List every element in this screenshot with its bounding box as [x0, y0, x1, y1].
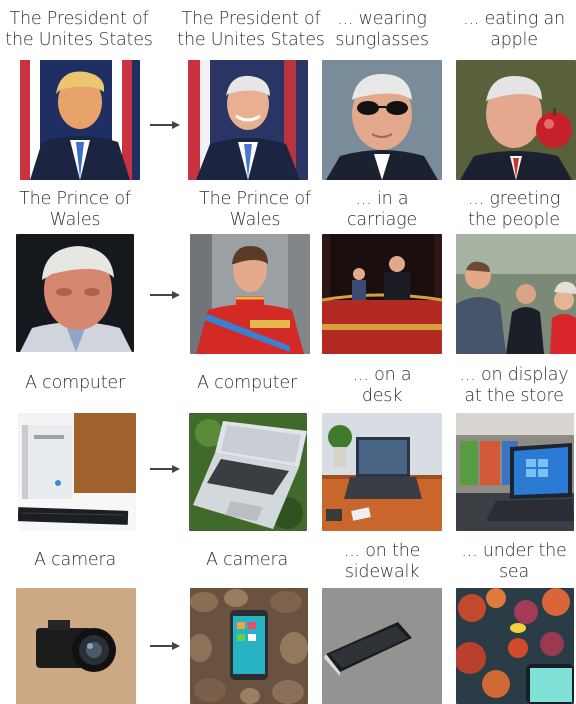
arrow-row2	[150, 290, 180, 300]
phone-on-sidewalk-image	[322, 588, 442, 704]
caption-row2-col1: The Prince of Wales	[19, 189, 131, 230]
edited-prince-uniform-image	[190, 234, 310, 354]
laptop-store-display-image	[456, 413, 574, 531]
caption-row4-col2: A camera	[205, 550, 288, 570]
arrow-row1	[150, 120, 180, 130]
caption-row2-col2: The Prince of Wales	[199, 189, 311, 230]
caption-row2-col4: ... greeting the people	[467, 189, 560, 230]
laptop-on-desk-image	[322, 413, 442, 531]
laptop-on-grass-image	[189, 413, 307, 531]
caption-row4-col1: A camera	[33, 550, 116, 570]
prince-greeting-image	[456, 234, 576, 354]
prince-portrait-image	[16, 234, 134, 352]
desktop-computer-image	[18, 413, 136, 531]
phone-under-sea-image	[456, 588, 574, 704]
caption-row1-col4: ... eating an apple	[463, 9, 565, 50]
caption-row3-col3: ... on a desk	[352, 365, 412, 406]
caption-row1-col1: The President of the Unites States	[5, 9, 153, 50]
caption-row3-col1: A computer	[25, 373, 125, 393]
caption-row3-col2: A computer	[197, 373, 297, 393]
caption-row1-col2: The President of the Unites States	[177, 9, 325, 50]
arrow-row3	[150, 464, 180, 474]
phone-on-pebbles-image	[190, 588, 308, 704]
caption-row4-col3: ... on the sidewalk	[343, 541, 421, 582]
caption-row1-col3: ... wearing sunglasses	[335, 9, 429, 50]
camera-image	[16, 588, 136, 704]
president-apple-image	[456, 60, 576, 180]
arrow-row4	[150, 641, 180, 651]
edited-president-portrait-image	[188, 60, 308, 180]
caption-row3-col4: ... on display at the store	[459, 365, 569, 406]
prince-carriage-image	[322, 234, 442, 354]
president-portrait-image	[20, 60, 140, 180]
caption-row4-col4: ... under the sea	[461, 541, 567, 582]
president-sunglasses-image	[322, 60, 442, 180]
caption-row2-col3: ... in a carriage	[347, 189, 417, 230]
